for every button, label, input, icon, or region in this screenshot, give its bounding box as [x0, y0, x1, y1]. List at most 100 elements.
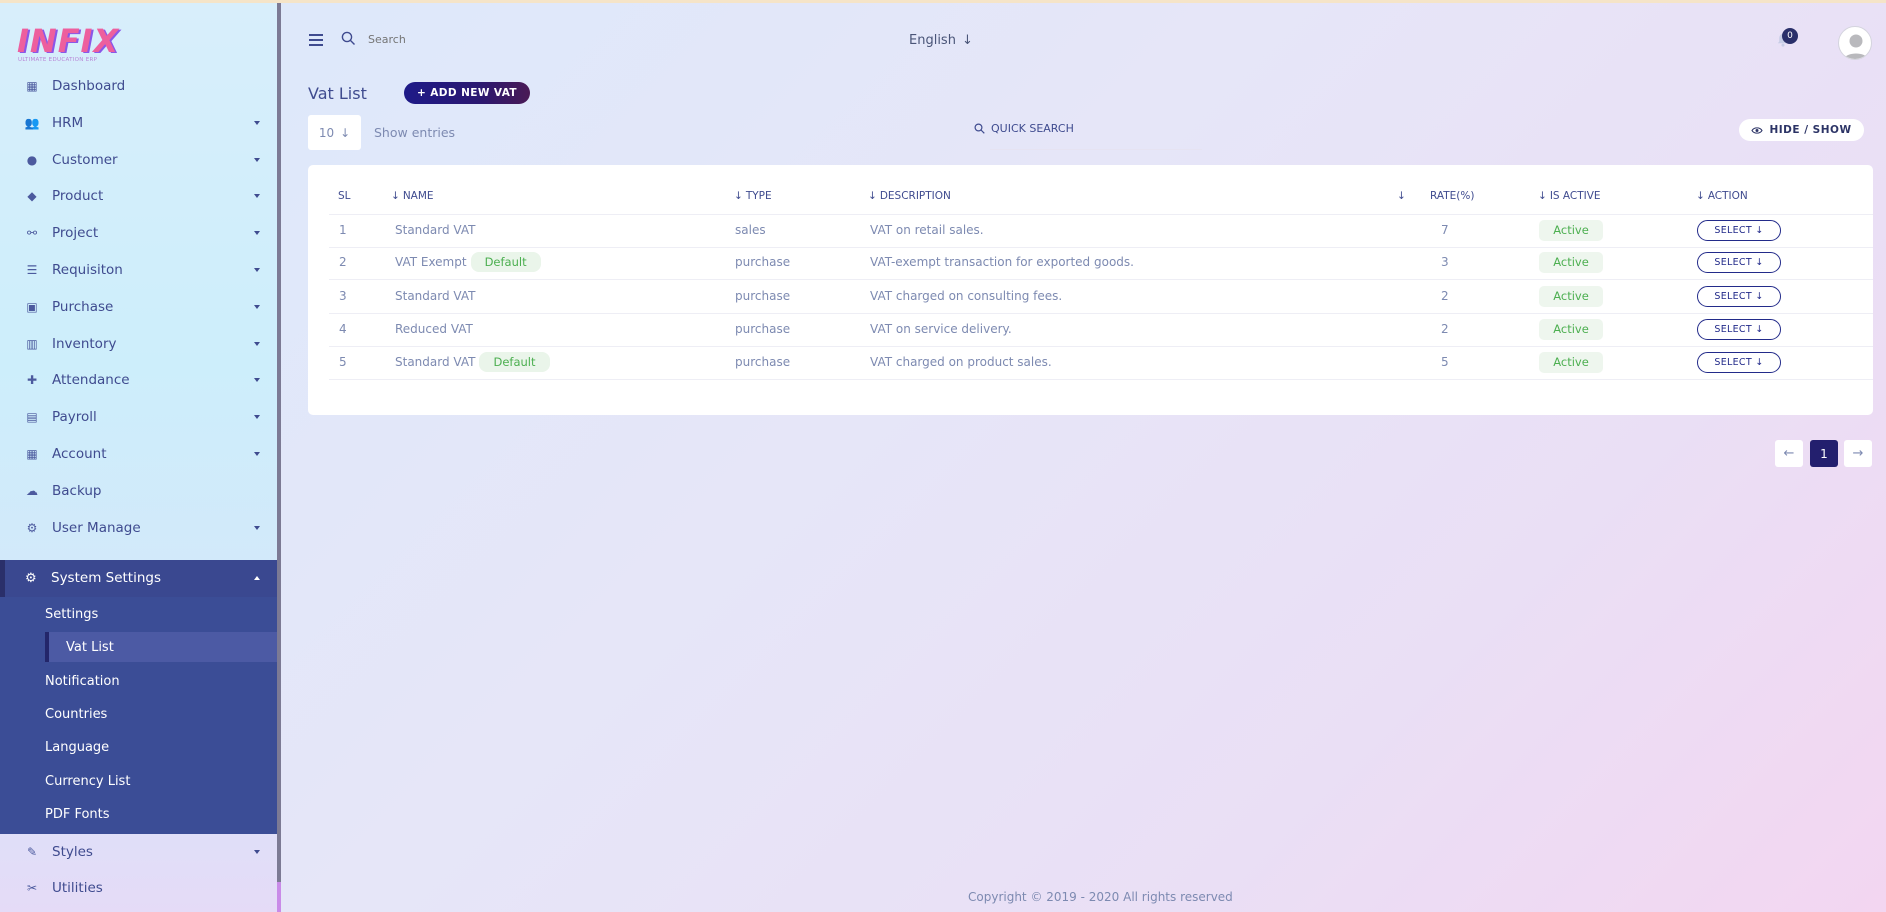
sidebar-item-product[interactable]: ◆ Product [0, 178, 277, 214]
sidebar-item-label: User Manage [52, 519, 141, 536]
cell-rate: 5 [1441, 355, 1449, 369]
table-row [329, 314, 1873, 347]
sidebar-item-customer[interactable]: ● Customer [0, 142, 277, 178]
column-header[interactable]: RATE(%) [1430, 190, 1474, 202]
quick-search-input[interactable]: QUICK SEARCH [974, 122, 1074, 135]
sidebar-item-backup[interactable]: ☁ Backup [0, 473, 277, 509]
sidebar-item-label: Account [52, 446, 107, 462]
user-plus-icon: ✚ [26, 373, 38, 388]
submenu-item-pdf-fonts[interactable]: PDF Fonts [45, 807, 110, 822]
logo[interactable]: INFIX ULTIMATE EDUCATION ERP [17, 22, 120, 66]
select-label: SELECT [1714, 291, 1752, 302]
arrow-left-icon: ← [1783, 446, 1795, 461]
sidebar-item-label: Inventory [52, 335, 117, 352]
sidebar-item-system-settings[interactable]: ⚙ System Settings [0, 560, 277, 597]
cell-name: Standard VAT Default [395, 352, 550, 372]
pagination-next-button[interactable]: → [1844, 440, 1872, 467]
users-icon: 👥 [24, 115, 40, 130]
submenu-item-vat-list[interactable]: Vat List [66, 640, 114, 655]
submenu-item-currency-list[interactable]: Currency List [45, 774, 130, 789]
submenu-item-settings[interactable]: Settings [45, 607, 98, 622]
caret-down-icon [254, 341, 260, 346]
list-icon: ☰ [26, 263, 38, 277]
column-header[interactable]: ↓ [1397, 190, 1409, 202]
cell-name: Standard VAT [395, 223, 475, 237]
sidebar-item-purchase[interactable]: ▣ Purchase [0, 289, 277, 325]
select-action-button[interactable]: SELECT ↓ [1697, 286, 1781, 307]
select-action-button[interactable]: SELECT ↓ [1697, 252, 1781, 273]
sidebar-item-label: Payroll [52, 409, 97, 426]
search-input[interactable] [368, 33, 568, 46]
cell-sl: 4 [339, 322, 347, 336]
truck-loading-icon: ▣ [26, 299, 38, 314]
sidebar-item-label: Purchase [52, 298, 114, 315]
hide-show-button[interactable]: HIDE / SHOW [1739, 119, 1864, 141]
caret-down-icon [254, 378, 260, 383]
select-label: SELECT [1714, 324, 1752, 335]
arrow-down-icon: ↓ [340, 125, 351, 140]
cell-type: sales [735, 223, 766, 237]
add-new-vat-button[interactable]: + ADD NEW VAT [404, 82, 530, 104]
menu-toggle-icon[interactable] [309, 34, 323, 49]
tools-icon: ✂ [26, 881, 38, 895]
cell-name: Standard VAT [395, 289, 475, 303]
default-badge: Default [470, 252, 541, 272]
sidebar-item-project[interactable]: ⚯ Project [0, 215, 277, 251]
column-header[interactable]: ↓ DESCRIPTION [868, 190, 951, 202]
sidebar-item-label: Dashboard [52, 78, 126, 94]
vat-name: Standard VAT [395, 355, 476, 369]
sidebar-item-label: Project [52, 225, 99, 242]
select-action-button[interactable]: SELECT ↓ [1697, 352, 1781, 373]
cell-rate: 2 [1441, 289, 1449, 303]
sidebar-item-dashboard[interactable]: ▦ Dashboard [0, 68, 277, 104]
sidebar-item-requisiton[interactable]: ☰ Requisiton [0, 252, 277, 288]
arrow-down-icon: ↓ [961, 33, 973, 48]
sidebar-item-account[interactable]: ▦ Account [0, 436, 277, 472]
sidebar-item-payroll[interactable]: ▤ Payroll [0, 399, 277, 435]
top-accent-line [0, 0, 1886, 3]
column-header[interactable]: ↓ ACTION [1696, 190, 1748, 202]
language-select[interactable]: English ↓ [909, 33, 973, 48]
sidebar-item-inventory[interactable]: ▥ Inventory [0, 326, 277, 362]
user-avatar-icon [1843, 34, 1869, 59]
column-header[interactable]: ↓ TYPE [734, 190, 772, 202]
sidebar-item-label: HRM [52, 114, 84, 131]
column-header[interactable]: ↓ NAME [391, 190, 434, 202]
submenu-item-language[interactable]: Language [45, 740, 109, 755]
cell-type: purchase [735, 289, 791, 303]
logo-text: INFIX [17, 22, 120, 60]
arrow-down-icon: ↓ [1755, 357, 1764, 368]
select-action-button[interactable]: SELECT ↓ [1697, 319, 1781, 340]
submenu-item-countries[interactable]: Countries [45, 707, 107, 722]
caret-up-icon [254, 576, 260, 580]
sidebar-item-user-manage[interactable]: ⚙ User Manage [0, 510, 277, 546]
table-header-divider [329, 214, 1873, 215]
sort-arrow-icon: ↓ [1696, 190, 1705, 202]
column-header[interactable]: ↓ IS ACTIVE [1538, 190, 1601, 202]
sidebar-item-styles[interactable]: ✎ Styles [0, 834, 277, 870]
column-header[interactable]: SL [338, 190, 351, 202]
pagination-prev-button[interactable]: ← [1775, 440, 1803, 467]
entries-value: 10 [318, 125, 335, 140]
column-header-label: RATE(%) [1430, 190, 1475, 202]
avatar[interactable] [1838, 26, 1872, 60]
cell-rate: 7 [1441, 223, 1449, 237]
table-row [329, 281, 1873, 314]
sidebar-item-label: Product [52, 188, 104, 205]
logo-tagline: ULTIMATE EDUCATION ERP [18, 57, 98, 63]
status-badge: Active [1539, 252, 1603, 273]
submenu-item-notification[interactable]: Notification [45, 674, 120, 689]
entries-per-page-select[interactable]: 10 ↓ [308, 115, 361, 150]
select-action-button[interactable]: SELECT ↓ [1697, 220, 1781, 241]
sidebar-item-attendance[interactable]: ✚ Attendance [0, 362, 277, 398]
column-header-label: ACTION [1707, 190, 1748, 202]
sidebar-item-utilities[interactable]: ✂ Utilities [0, 870, 277, 906]
select-label: SELECT [1714, 225, 1752, 236]
column-header-label: NAME [402, 190, 434, 202]
column-header-label: DESCRIPTION [879, 190, 951, 202]
sidebar-item-label: Styles [52, 844, 93, 860]
pagination-page-button[interactable]: 1 [1810, 440, 1838, 467]
user-icon: ● [26, 152, 38, 167]
sidebar-item-hrm[interactable]: 👥 HRM [0, 105, 277, 141]
quick-search-underline [990, 149, 1202, 150]
